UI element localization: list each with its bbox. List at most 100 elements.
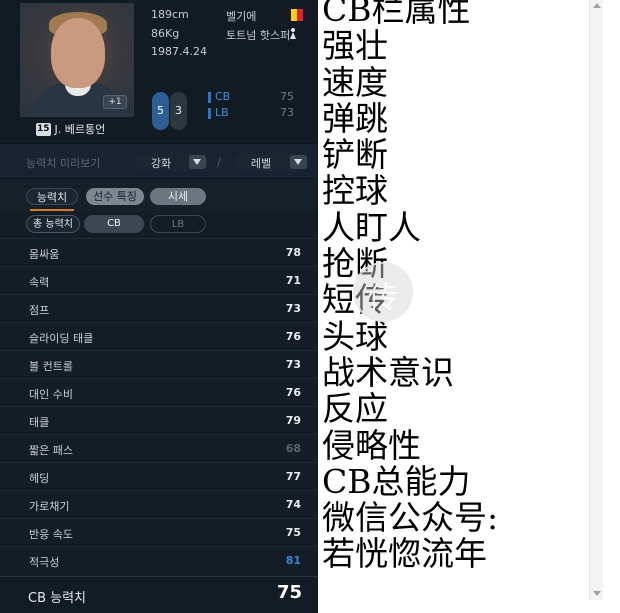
player-weight: 86Kg bbox=[151, 27, 180, 40]
belgium-flag-icon bbox=[285, 9, 303, 21]
stat-name: 태클 bbox=[29, 416, 50, 429]
preferred-foot: 5 3 bbox=[148, 92, 192, 132]
stat-value: 74 bbox=[285, 498, 301, 511]
text-line: CB栏属性 bbox=[322, 0, 471, 29]
chevron-down-icon[interactable] bbox=[189, 155, 206, 169]
stat-subtabs: 총 능력치 CB LB bbox=[0, 212, 318, 238]
position-value: 73 bbox=[280, 106, 294, 119]
stat-row: 슬라이딩 태클 76 bbox=[0, 322, 318, 350]
stat-name: 볼 컨트롤 bbox=[29, 360, 73, 373]
total-rating-row: CB 능력치 75 bbox=[0, 576, 318, 613]
stat-name: 적극성 bbox=[29, 556, 60, 569]
player-birth-date: 1987.4.24 bbox=[151, 45, 207, 58]
chinese-text-panel: CB栏属性 强壮 速度 弹跳 铲断 控球 人盯人 抢断 短传 头球 战术意识 反应 侵略性 CB总能力 微信… bbox=[318, 0, 620, 613]
stat-row: 볼 컨트롤 73 bbox=[0, 350, 318, 378]
text-line: 控球 bbox=[322, 171, 388, 211]
scroll-down-arrow-icon[interactable] bbox=[593, 591, 601, 596]
scroll-up-arrow-icon[interactable] bbox=[593, 3, 601, 8]
enhance-level-badge: +1 bbox=[103, 95, 127, 109]
tab-market-price[interactable]: 시세 bbox=[150, 188, 206, 205]
text-line: 头球 bbox=[322, 316, 388, 356]
stat-row: 태클 79 bbox=[0, 406, 318, 434]
stat-preview-bar: 능력치 미리보기 강화 / 레벨 bbox=[0, 143, 318, 179]
stat-row: 가로채기 74 bbox=[0, 490, 318, 518]
vertical-scrollbar[interactable] bbox=[589, 0, 603, 600]
watermark-logo: 传 bbox=[353, 262, 413, 322]
stat-value: 75 bbox=[285, 526, 301, 539]
stat-name: 몸싸움 bbox=[29, 248, 60, 261]
enhance-dropdown-label: 강화 bbox=[150, 157, 172, 170]
stat-name: 대인 수비 bbox=[29, 388, 73, 401]
club-crest-icon bbox=[290, 28, 296, 39]
level-dropdown[interactable]: 레벨 bbox=[234, 153, 310, 171]
total-rating-label: CB 능력치 bbox=[28, 591, 87, 606]
stat-value: 68 bbox=[285, 442, 301, 455]
position-bar bbox=[208, 108, 211, 119]
info-tabs: 능력치 선수 특징 시세 bbox=[0, 180, 318, 212]
stat-row: 반응 속도 75 bbox=[0, 518, 318, 546]
left-foot-rating: 5 bbox=[152, 92, 169, 130]
text-line: 速度 bbox=[322, 62, 388, 102]
stat-name: 헤딩 bbox=[29, 472, 50, 485]
player-height: 189cm bbox=[151, 8, 189, 21]
position-rating-row: CB 75 bbox=[208, 90, 298, 104]
text-line: 铲断 bbox=[322, 135, 388, 175]
stat-row: 점프 73 bbox=[0, 294, 318, 322]
separator: / bbox=[217, 155, 222, 169]
text-line: 弹跳 bbox=[322, 98, 388, 138]
player-nation: 벨기에 bbox=[226, 10, 257, 23]
stat-row: 대인 수비 76 bbox=[0, 378, 318, 406]
stat-value: 73 bbox=[285, 358, 301, 371]
player-club: 토트넘 핫스퍼 bbox=[226, 29, 291, 42]
player-name-row: 15 J. 베르통언 bbox=[36, 121, 105, 137]
text-line: 若恍惚流年 bbox=[322, 534, 487, 574]
stat-value: 79 bbox=[285, 414, 301, 427]
position-name: CB bbox=[215, 90, 231, 103]
jersey-number: 15 bbox=[36, 122, 51, 136]
text-line: 人盯人 bbox=[322, 207, 421, 247]
stat-name: 반응 속도 bbox=[29, 528, 73, 541]
stat-name: 슬라이딩 태클 bbox=[29, 332, 94, 345]
stat-value: 76 bbox=[285, 330, 301, 343]
player-header: +1 15 J. 베르통언 189cm 86Kg 1987.4.24 벨기에 토… bbox=[0, 0, 318, 143]
preview-label: 능력치 미리보기 bbox=[26, 157, 101, 170]
text-line: 微信公众号: bbox=[322, 498, 499, 538]
stat-value: 73 bbox=[285, 302, 301, 315]
text-line: 反应 bbox=[322, 389, 388, 429]
stat-row: 몸싸움 78 bbox=[0, 238, 318, 266]
position-name: LB bbox=[215, 106, 229, 119]
stat-name: 짧은 패스 bbox=[29, 444, 73, 457]
tab-stats[interactable]: 능력치 bbox=[26, 188, 78, 205]
right-foot-rating: 3 bbox=[170, 92, 187, 130]
stat-name: 속력 bbox=[29, 276, 50, 289]
subtab-cb[interactable]: CB bbox=[84, 215, 144, 233]
text-line: CB总能力 bbox=[322, 461, 471, 501]
stat-value: 71 bbox=[285, 274, 301, 287]
chevron-down-icon[interactable] bbox=[290, 155, 307, 169]
stat-row: 속력 71 bbox=[0, 266, 318, 294]
active-tab-indicator bbox=[30, 209, 74, 211]
stat-row: 헤딩 77 bbox=[0, 462, 318, 490]
tab-player-traits[interactable]: 선수 특징 bbox=[86, 188, 144, 205]
subtab-lb[interactable]: LB bbox=[150, 215, 206, 233]
position-bar bbox=[208, 92, 211, 103]
text-line: 强壮 bbox=[322, 26, 388, 66]
text-line: 侵略性 bbox=[322, 425, 421, 465]
flag-stripe bbox=[297, 9, 303, 21]
stat-row: 짧은 패스 68 bbox=[0, 434, 318, 462]
stat-value: 78 bbox=[285, 246, 301, 259]
subtab-total-stats[interactable]: 총 능력치 bbox=[26, 215, 80, 233]
enhance-dropdown[interactable]: 강화 bbox=[135, 153, 209, 171]
player-info-panel: +1 15 J. 베르통언 189cm 86Kg 1987.4.24 벨기에 토… bbox=[0, 0, 318, 613]
stat-value: 81 bbox=[285, 554, 301, 567]
text-line: 战术意识 bbox=[322, 352, 454, 392]
stat-value: 77 bbox=[285, 470, 301, 483]
total-rating-value: 75 bbox=[276, 582, 302, 603]
stat-name: 가로채기 bbox=[29, 500, 70, 513]
position-rating-row: LB 73 bbox=[208, 106, 298, 120]
player-name: J. 베르통언 bbox=[54, 123, 106, 136]
stat-value: 76 bbox=[285, 386, 301, 399]
watermark-glyph: 传 bbox=[368, 281, 398, 316]
level-dropdown-label: 레벨 bbox=[250, 157, 272, 170]
position-value: 75 bbox=[280, 90, 294, 103]
